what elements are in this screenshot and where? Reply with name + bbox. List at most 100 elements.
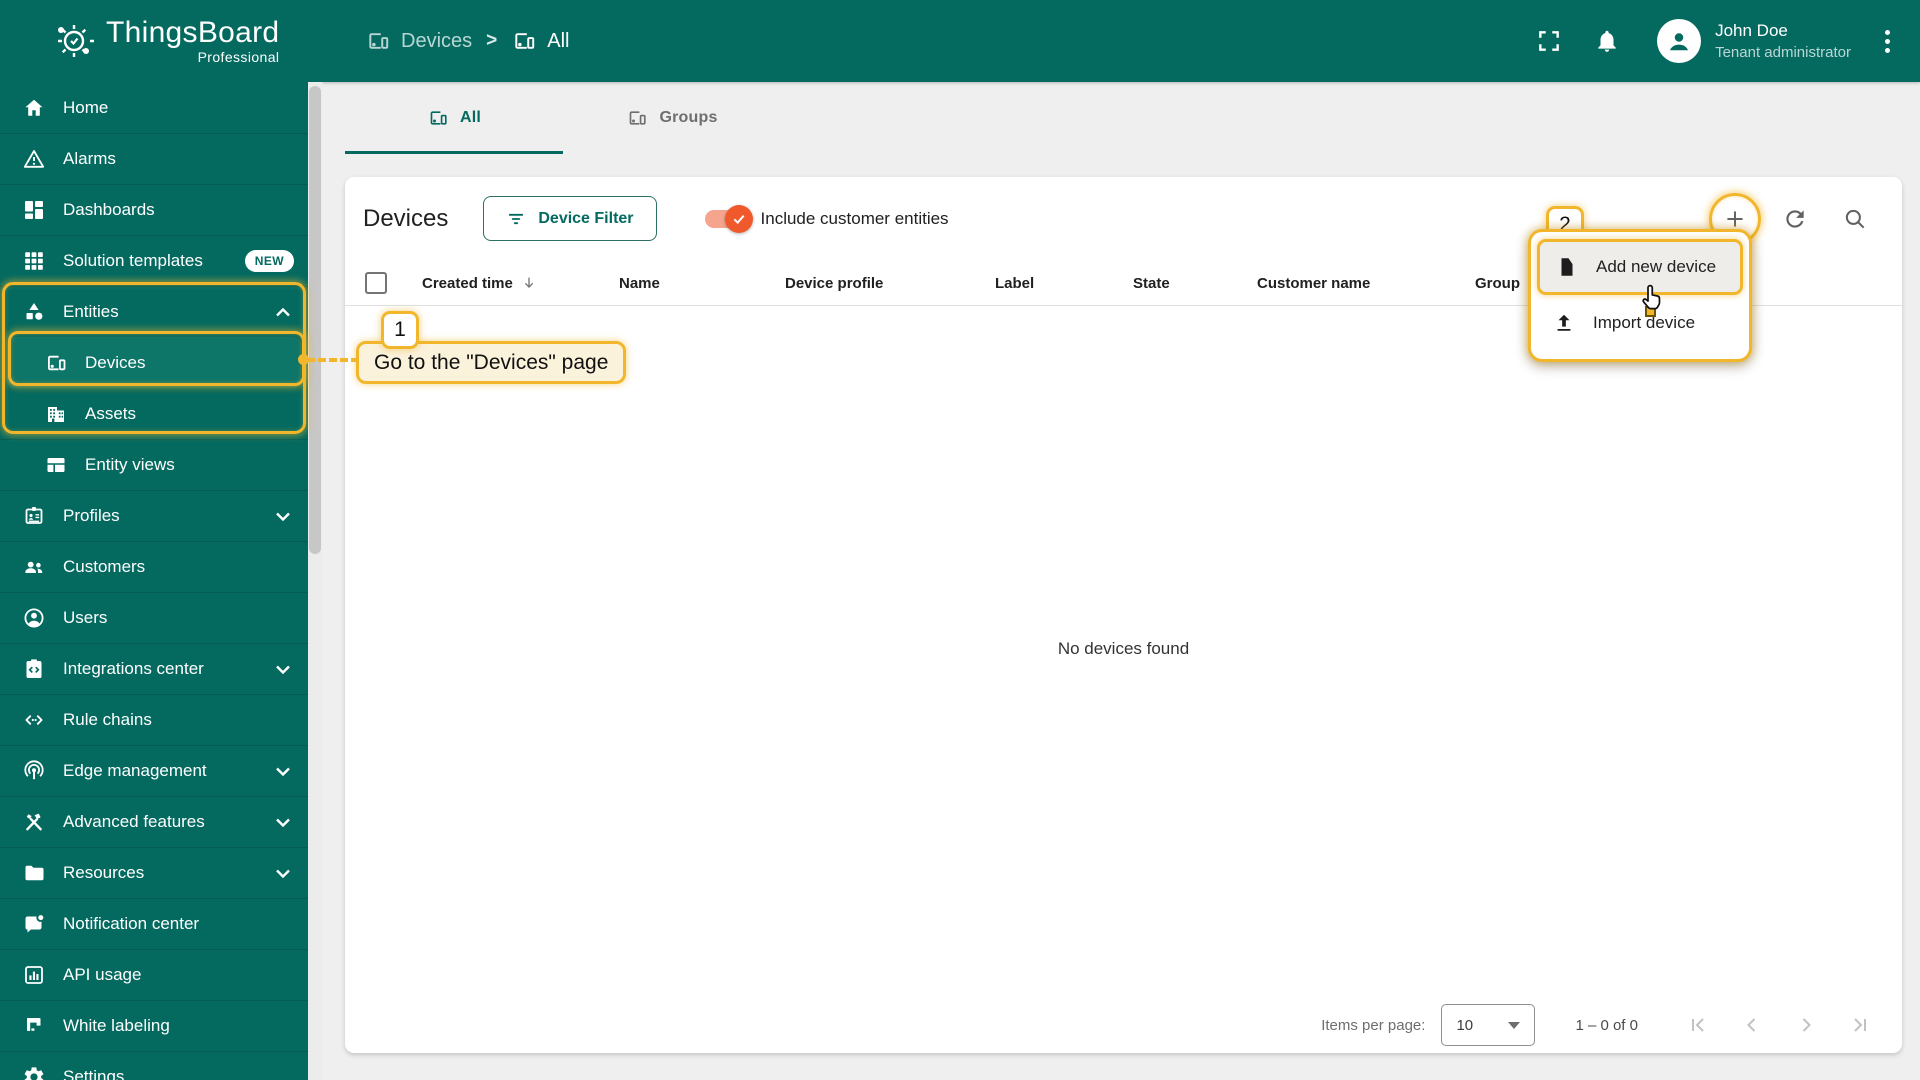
items-per-page-label: Items per page: — [1321, 1016, 1426, 1034]
column-created-time[interactable]: Created time — [422, 260, 537, 306]
breadcrumb-all[interactable]: All — [511, 28, 569, 54]
sidebar-item-resources[interactable]: Resources — [0, 847, 308, 898]
sidebar-item-label: Entity views — [85, 455, 175, 474]
new-badge: NEW — [244, 250, 294, 272]
column-state[interactable]: State — [1133, 260, 1170, 306]
brand-subtitle: Professional — [197, 48, 280, 65]
chevron-down-icon — [276, 665, 290, 674]
sidebar-item-label: Rule chains — [63, 710, 152, 729]
select-all-checkbox[interactable] — [365, 272, 387, 294]
sidebar-item-devices[interactable]: Devices — [7, 337, 301, 388]
tab-label: All — [459, 109, 482, 126]
sidebar-item-label: API usage — [63, 965, 142, 984]
user-name: John Doe — [1715, 21, 1788, 40]
notifications-button[interactable] — [1587, 21, 1627, 61]
customers-icon — [25, 561, 43, 573]
first-page-button[interactable] — [1684, 1011, 1712, 1039]
column-customer-name[interactable]: Customer name — [1257, 260, 1370, 306]
brand-name: ThingsBoard — [106, 15, 280, 49]
solution-templates-icon — [25, 252, 43, 270]
select-caret-icon — [1508, 1021, 1521, 1029]
page-size-select[interactable]: 10 — [1441, 1004, 1536, 1046]
dashboards-icon — [25, 201, 43, 219]
fullscreen-icon — [1539, 31, 1559, 51]
fullscreen-button[interactable] — [1529, 21, 1569, 61]
sidebar-item-label: White labeling — [63, 1016, 170, 1035]
tab-groups[interactable]: Groups — [563, 82, 781, 154]
column-device-profile[interactable]: Device profile — [785, 260, 883, 306]
settings-icon — [24, 1067, 44, 1080]
paginator: Items per page: 10 1 – 0 of 0 — [345, 997, 1902, 1053]
search-icon — [1845, 209, 1865, 228]
logo[interactable]: ThingsBoard Professional — [0, 0, 322, 82]
sidebar-item-integrations-center[interactable]: Integrations center — [0, 643, 308, 694]
cursor-pointer-icon — [1636, 282, 1668, 319]
chevron-down-icon — [276, 767, 290, 776]
empty-state-text: No devices found — [1057, 639, 1190, 658]
sidebar-item-entities[interactable]: Entities — [0, 286, 308, 337]
search-button[interactable] — [1832, 196, 1878, 242]
sidebar-item-assets[interactable]: Assets — [0, 388, 308, 439]
prev-page-button[interactable] — [1738, 1011, 1766, 1039]
sidebar-item-label: Advanced features — [63, 812, 205, 831]
sidebar-item-customers[interactable]: Customers — [0, 541, 308, 592]
column-group[interactable]: Group — [1475, 260, 1520, 306]
chevron-up-icon — [276, 307, 290, 316]
thingsboard-logo-icon — [58, 25, 94, 57]
devices-icon — [365, 28, 391, 54]
column-name[interactable]: Name — [619, 260, 660, 306]
sidebar-item-label: Devices — [85, 353, 146, 372]
avatar-person-icon — [1670, 33, 1689, 51]
user-menu[interactable]: John Doe Tenant administrator — [1715, 21, 1851, 61]
sidebar-item-alarms[interactable]: Alarms — [0, 133, 308, 184]
chevron-down-icon — [276, 818, 290, 827]
sidebar-item-notification-center[interactable]: Notification center — [0, 898, 308, 949]
top-bar: Devices > All John Doe Tenant administra… — [322, 0, 1920, 82]
sidebar-item-dashboards[interactable]: Dashboards — [0, 184, 308, 235]
devices-icon — [427, 107, 449, 129]
sidebar-item-entity-views[interactable]: Entity views — [0, 439, 308, 490]
sidebar-item-home[interactable]: Home — [0, 82, 308, 133]
bell-icon — [1598, 30, 1616, 52]
sidebar-scrollbar-thumb[interactable] — [309, 86, 321, 554]
devices-icon — [44, 351, 68, 375]
more-menu-button[interactable] — [1877, 22, 1898, 61]
sidebar-item-white-labeling[interactable]: White labeling — [0, 1000, 308, 1051]
tab-all[interactable]: All — [345, 82, 563, 154]
refresh-button[interactable] — [1772, 196, 1818, 242]
step-1-badge: 1 — [381, 311, 419, 349]
sidebar-scrollbar[interactable] — [308, 82, 322, 1080]
breadcrumb-separator: > — [486, 30, 498, 51]
sidebar-item-users[interactable]: Users — [0, 592, 308, 643]
next-page-button[interactable] — [1792, 1011, 1820, 1039]
sidebar-item-label: Solution templates — [63, 251, 203, 270]
home-icon — [25, 99, 43, 116]
sidebar-item-settings[interactable]: Settings — [0, 1051, 308, 1080]
sidebar-item-solution-templates[interactable]: Solution templates NEW — [0, 235, 308, 286]
tutorial-connector-line — [307, 358, 359, 362]
sidebar-item-rule-chains[interactable]: Rule chains — [0, 694, 308, 745]
paginator-range: 1 – 0 of 0 — [1575, 1016, 1638, 1034]
refresh-icon — [1786, 209, 1804, 228]
sidebar-item-edge-management[interactable]: Edge management — [0, 745, 308, 796]
toggle-label: Include customer entities — [760, 208, 949, 228]
devices-icon — [626, 107, 648, 129]
chevron-down-icon — [276, 869, 290, 878]
tutorial-connector-dot — [298, 354, 309, 365]
device-filter-button[interactable]: Device Filter — [483, 196, 657, 241]
sidebar-item-label: Users — [63, 608, 108, 627]
api-usage-icon — [25, 966, 43, 984]
sidebar-item-api-usage[interactable]: API usage — [0, 949, 308, 1000]
sidebar-item-advanced-features[interactable]: Advanced features — [0, 796, 308, 847]
breadcrumb-devices[interactable]: Devices — [365, 28, 472, 54]
sidebar-item-label: Settings — [63, 1067, 125, 1080]
last-page-button[interactable] — [1846, 1011, 1874, 1039]
upload-icon — [1557, 314, 1571, 331]
notification-center-icon — [25, 915, 44, 933]
include-customer-entities-toggle[interactable]: Include customer entities — [704, 204, 949, 233]
breadcrumb-label: All — [547, 29, 570, 52]
user-avatar[interactable] — [1657, 19, 1702, 63]
column-label[interactable]: Label — [995, 260, 1034, 306]
sidebar-item-profiles[interactable]: Profiles — [0, 490, 308, 541]
sidebar-item-label: Dashboards — [63, 200, 155, 219]
